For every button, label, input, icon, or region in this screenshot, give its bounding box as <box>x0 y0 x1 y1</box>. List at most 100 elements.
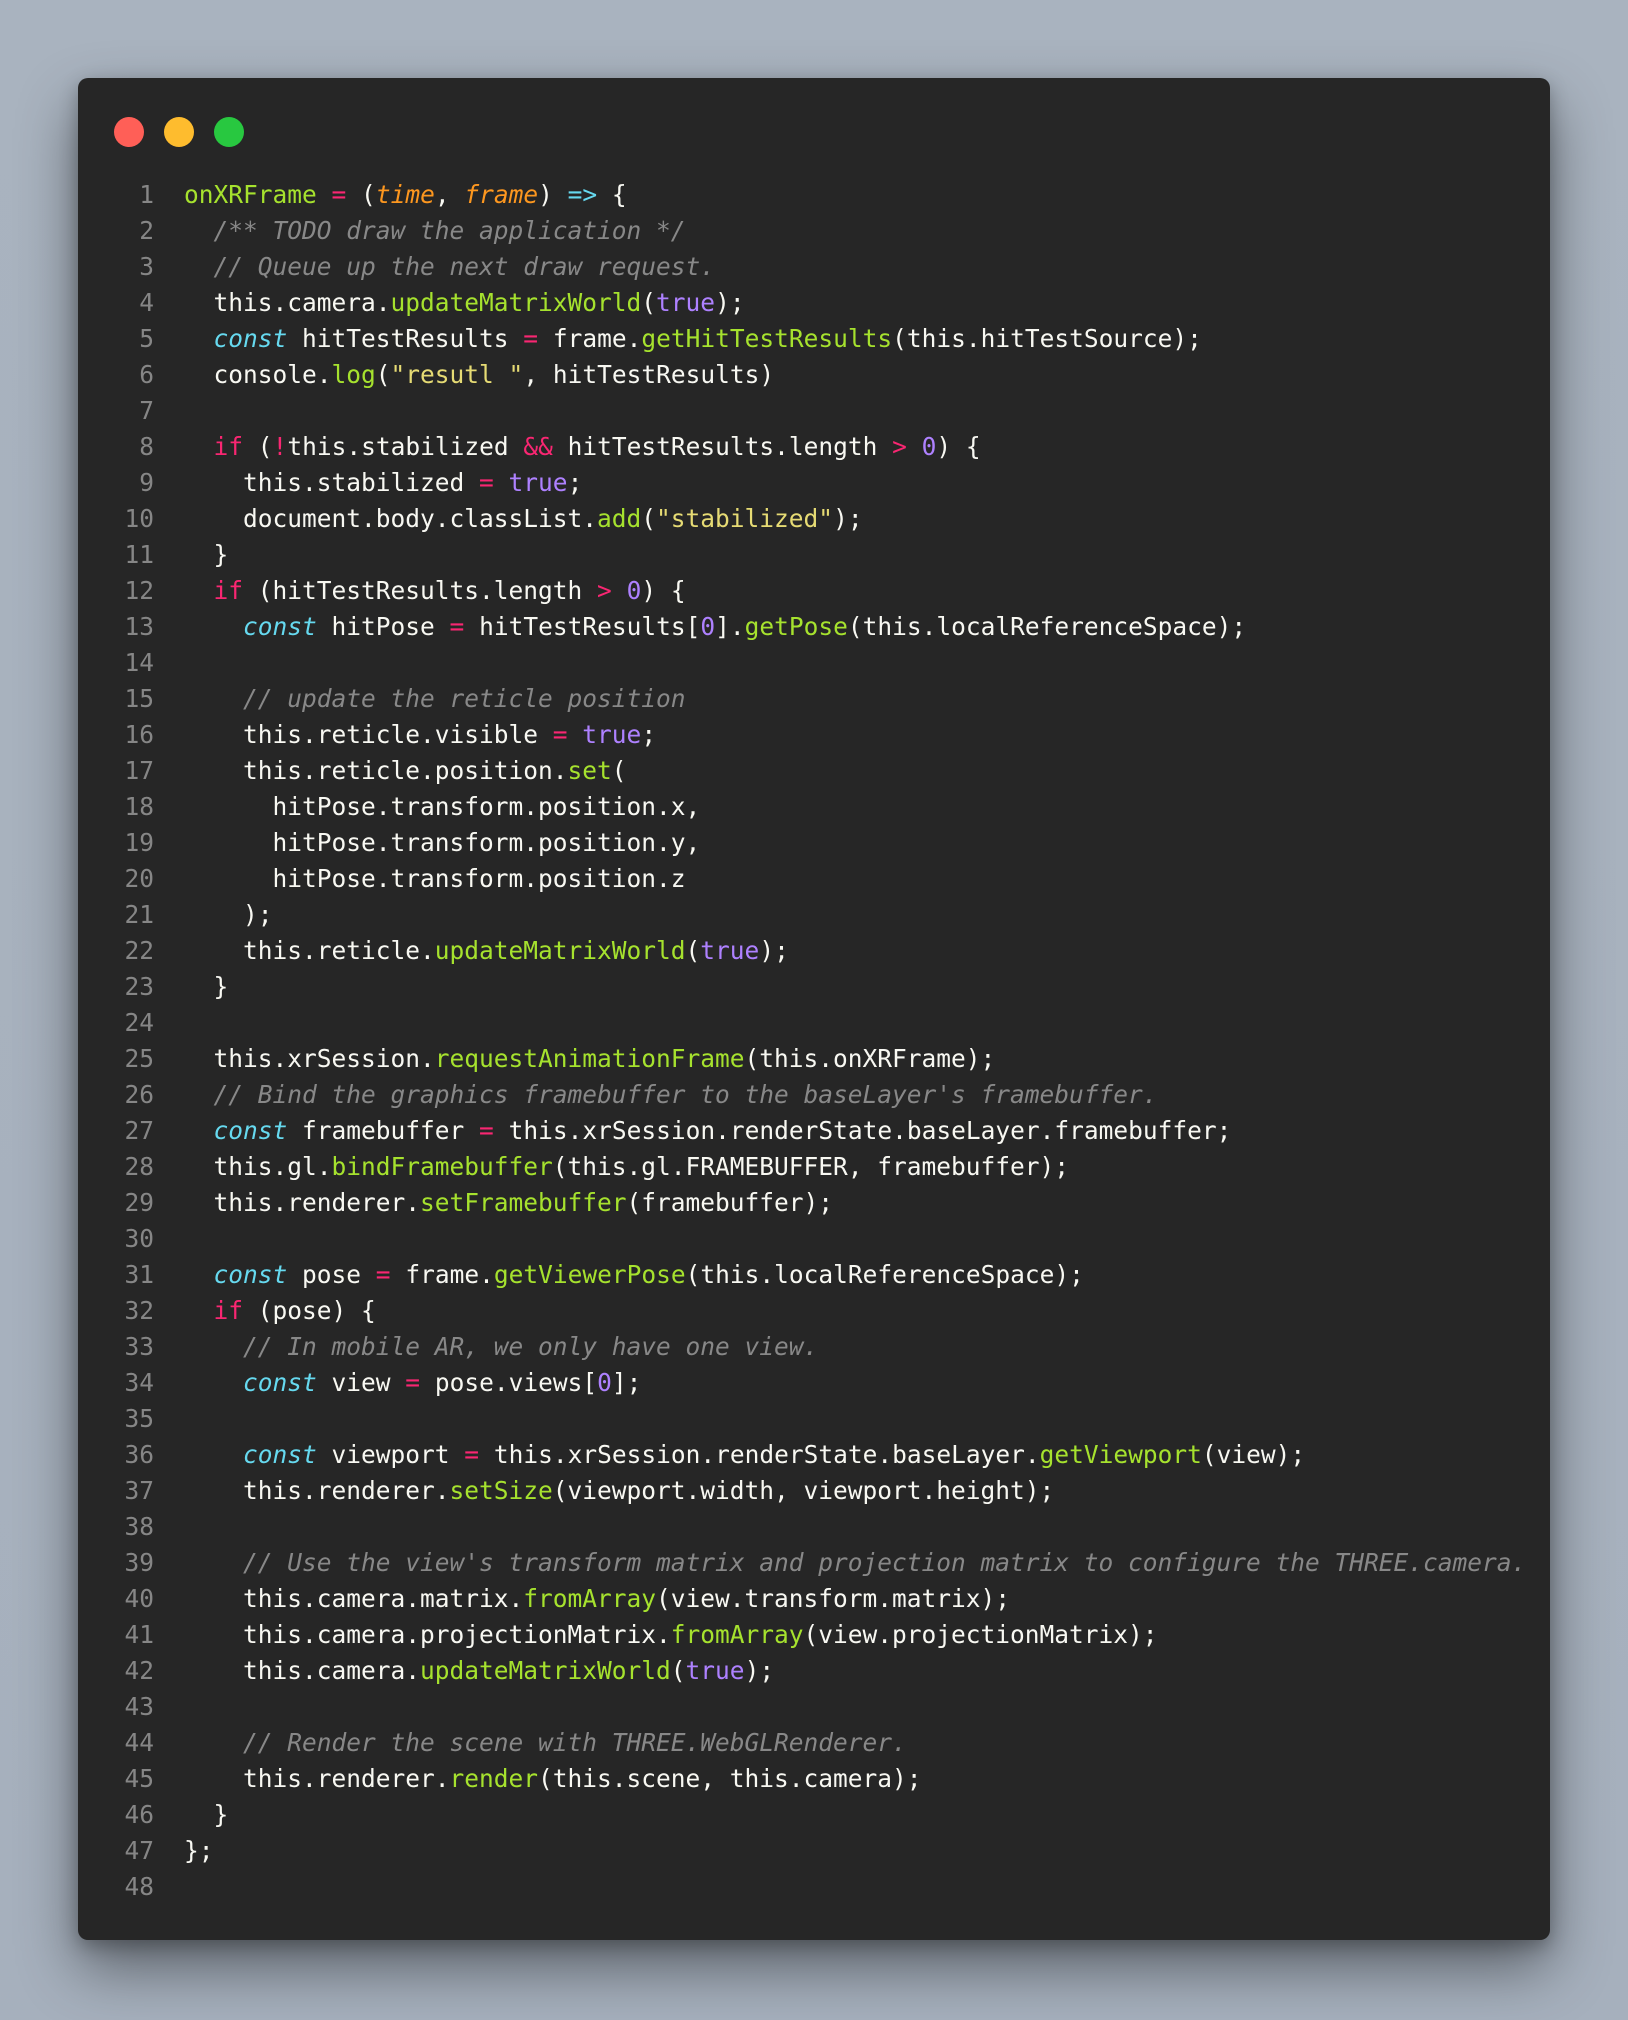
line-number: 1 <box>139 180 154 209</box>
code-token: this.xrSession.renderState.baseLayer.fra… <box>493 1116 1232 1145</box>
line-source: this.camera.updateMatrixWorld(true); <box>154 1653 774 1689</box>
code-line: 36 const viewport = this.xrSession.rende… <box>78 1437 1526 1473</box>
code-token: console. <box>184 360 332 389</box>
code-line: 35 <box>78 1401 1526 1437</box>
code-token: view <box>316 1368 406 1397</box>
line-source: // In mobile AR, we only have one view. <box>154 1329 818 1365</box>
code-token: true <box>685 1656 745 1685</box>
code-line: 3 // Queue up the next draw request. <box>78 249 1526 285</box>
line-number: 44 <box>124 1728 154 1757</box>
code-token: updateMatrixWorld <box>420 1656 671 1685</box>
code-token: } <box>184 1800 229 1829</box>
line-source <box>154 1221 184 1257</box>
code-token: (pose) { <box>243 1296 376 1325</box>
code-token: ) <box>538 180 568 209</box>
code-line: 11 } <box>78 537 1526 573</box>
code-line: 44 // Render the scene with THREE.WebGLR… <box>78 1725 1526 1761</box>
line-source: const framebuffer = this.xrSession.rende… <box>154 1113 1232 1149</box>
code-line: 41 this.camera.projectionMatrix.fromArra… <box>78 1617 1526 1653</box>
minimize-button[interactable] <box>164 117 194 147</box>
line-source: hitPose.transform.position.z <box>154 861 686 897</box>
code-token: ) { <box>936 432 981 461</box>
line-number: 43 <box>124 1692 154 1721</box>
line-number: 21 <box>124 900 154 929</box>
window-controls <box>114 117 244 147</box>
code-token: this.gl. <box>184 1152 332 1181</box>
line-number: 17 <box>124 756 154 785</box>
code-token: (framebuffer); <box>626 1188 834 1217</box>
code-line: 40 this.camera.matrix.fromArray(view.tra… <box>78 1581 1526 1617</box>
code-token: this.renderer. <box>184 1764 450 1793</box>
code-token: , hitTestResults) <box>523 360 775 389</box>
code-token: }; <box>184 1836 214 1865</box>
code-token: , <box>434 180 465 209</box>
line-source: /** TODO draw the application */ <box>154 213 686 249</box>
line-source: this.camera.updateMatrixWorld(true); <box>154 285 745 321</box>
line-source: } <box>154 1797 229 1833</box>
code-token: "stabilized" <box>656 504 834 533</box>
code-token: set <box>567 756 612 785</box>
line-source: // Queue up the next draw request. <box>154 249 716 285</box>
code-line: 14 <box>78 645 1526 681</box>
line-number: 9 <box>139 468 154 497</box>
line-source: if (pose) { <box>154 1293 376 1329</box>
code-line: 23 } <box>78 969 1526 1005</box>
code-token: = <box>375 1260 391 1289</box>
code-token: this.xrSession. <box>184 1044 435 1073</box>
line-number: 46 <box>124 1800 154 1829</box>
line-number: 19 <box>124 828 154 857</box>
code-line: 27 const framebuffer = this.xrSession.re… <box>78 1113 1526 1149</box>
code-line: 9 this.stabilized = true; <box>78 465 1526 501</box>
code-token: hitPose <box>316 612 450 641</box>
close-button[interactable] <box>114 117 144 147</box>
code-token: // update the reticle position <box>243 684 686 713</box>
line-number: 39 <box>124 1548 154 1577</box>
line-number: 2 <box>139 216 154 245</box>
line-source <box>154 1401 184 1437</box>
line-number: 18 <box>124 792 154 821</box>
code-token: (this.hitTestSource); <box>892 324 1202 353</box>
code-token: hitPose.transform.position.x, <box>184 792 701 821</box>
code-token: ( <box>346 180 376 209</box>
line-source: // Bind the graphics framebuffer to the … <box>154 1077 1158 1113</box>
code-line: 24 <box>78 1005 1526 1041</box>
code-token: const <box>213 1116 288 1145</box>
line-source <box>154 1509 184 1545</box>
line-source: this.camera.projectionMatrix.fromArray(v… <box>154 1617 1158 1653</box>
code-token: = <box>464 1440 480 1469</box>
code-line: 38 <box>78 1509 1526 1545</box>
code-token: const <box>243 612 317 641</box>
code-token: 0 <box>626 576 642 605</box>
code-token: ); <box>833 504 863 533</box>
code-token: (view.transform.matrix); <box>656 1584 1011 1613</box>
code-token: setSize <box>449 1476 553 1505</box>
code-token: fromArray <box>523 1584 657 1613</box>
line-source: this.renderer.setFramebuffer(framebuffer… <box>154 1185 834 1221</box>
code-token: ; <box>641 720 657 749</box>
code-line: 39 // Use the view's transform matrix an… <box>78 1545 1526 1581</box>
code-line: 16 this.reticle.visible = true; <box>78 717 1526 753</box>
code-line: 47}; <box>78 1833 1526 1869</box>
line-number: 47 <box>124 1836 154 1865</box>
code-line: 34 const view = pose.views[0]; <box>78 1365 1526 1401</box>
code-token: ); <box>744 1656 775 1685</box>
code-token: this.xrSession.renderState.baseLayer. <box>479 1440 1040 1469</box>
code-token: "resutl " <box>390 360 524 389</box>
zoom-button[interactable] <box>214 117 244 147</box>
code-token: hitTestResults.length <box>552 432 893 461</box>
code-token: = <box>552 720 568 749</box>
code-token: if <box>213 1296 244 1325</box>
code-token: const <box>243 1368 317 1397</box>
code-line: 7 <box>78 393 1526 429</box>
code-token: 0 <box>921 432 937 461</box>
line-number: 36 <box>124 1440 154 1469</box>
line-number: 13 <box>124 612 154 641</box>
code-block[interactable]: 1 onXRFrame = (time, frame) => {2 /** TOD… <box>78 177 1526 1905</box>
code-token: const <box>213 324 288 353</box>
line-source: this.gl.bindFramebuffer(this.gl.FRAMEBUF… <box>154 1149 1070 1185</box>
code-line: 2 /** TODO draw the application */ <box>78 213 1526 249</box>
code-token: (this.scene, this.camera); <box>538 1764 922 1793</box>
line-number: 32 <box>124 1296 154 1325</box>
